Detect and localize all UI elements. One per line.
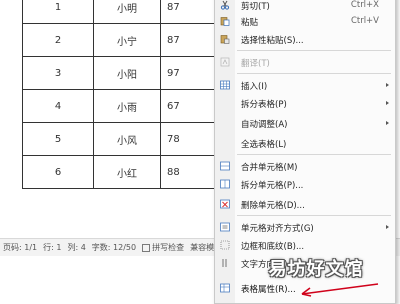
menu-item-label: 拆分表格(P) <box>241 100 287 110</box>
paste-special-icon <box>220 35 230 44</box>
document-table: 1 小明 87 2 小宁 87 3 小阳 97 4 小雨 67 5 小风 78 … <box>22 0 222 189</box>
menu-item-autofit[interactable]: 自动调整(A) <box>215 115 395 131</box>
table-cell-score[interactable]: 87 <box>160 0 222 24</box>
table-row: 5 小风 78 <box>22 122 222 156</box>
table-properties-icon <box>220 283 230 293</box>
table-row: 1 小明 87 <box>22 0 222 24</box>
menu-item-label: 单元格对齐方式(G) <box>241 224 314 234</box>
menu-item-label: 表格属性(R)... <box>241 285 296 295</box>
table-cell-score[interactable]: 78 <box>160 122 222 156</box>
menu-item-label: 边框和底纹(B)... <box>241 242 305 252</box>
spell-check-label: 拼写检查 <box>152 243 185 252</box>
table-cell-name[interactable]: 小阳 <box>93 56 161 90</box>
table-cell-no[interactable]: 5 <box>22 122 94 156</box>
table-cell-no[interactable]: 1 <box>22 0 94 24</box>
table-insert-icon <box>220 80 230 90</box>
menu-item-label: 删除单元格(D)... <box>241 201 305 211</box>
table-row: 4 小雨 67 <box>22 89 222 123</box>
submenu-arrow-icon <box>386 225 389 229</box>
status-words[interactable]: 字数: 12/50 <box>92 242 136 253</box>
watermark-text: 易坊好文馆 <box>268 259 364 280</box>
table-cell-name[interactable]: 小宁 <box>93 23 161 57</box>
table-row: 2 小宁 87 <box>22 23 222 57</box>
table-cell-no[interactable]: 2 <box>22 23 94 57</box>
table-cell-name[interactable]: 小雨 <box>93 89 161 123</box>
menu-item-shortcut: Ctrl+V <box>350 16 379 26</box>
menu-item-split-table[interactable]: 拆分表格(P) <box>215 95 395 111</box>
menu-separator <box>237 215 391 216</box>
table-cell-score[interactable]: 87 <box>160 23 222 57</box>
checkbox-icon <box>142 243 151 252</box>
translate-icon <box>220 57 230 67</box>
menu-item-label: 插入(I) <box>241 82 268 92</box>
split-cells-icon <box>220 179 230 189</box>
table-cell-name[interactable]: 小风 <box>93 122 161 156</box>
menu-item-insert[interactable]: 插入(I) <box>215 77 395 93</box>
menu-separator <box>237 154 391 155</box>
menu-separator <box>237 50 391 51</box>
menu-item-borders-shading[interactable]: 边框和底纹(B)... <box>215 237 395 253</box>
watermark: 易坊好文馆 <box>251 253 381 283</box>
table-row: 6 小红 88 <box>22 155 222 189</box>
menu-item-paste[interactable]: 粘贴 Ctrl+V <box>215 13 395 29</box>
table-row: 3 小阳 97 <box>22 56 222 90</box>
merge-cells-icon <box>220 161 230 171</box>
table-cell-no[interactable]: 6 <box>22 155 94 189</box>
submenu-arrow-icon <box>386 121 389 125</box>
menu-item-delete-cells[interactable]: 删除单元格(D)... <box>215 196 395 212</box>
menu-item-cell-alignment[interactable]: 单元格对齐方式(G) <box>215 219 395 235</box>
menu-item-label: 选择性粘贴(S)... <box>241 36 304 46</box>
menu-item-split-cells[interactable]: 拆分单元格(P)... <box>215 176 395 192</box>
table-cell-score[interactable]: 67 <box>160 89 222 123</box>
menu-item-select-table[interactable]: 全选表格(L) <box>215 135 395 151</box>
menu-item-label: 粘贴 <box>241 18 259 28</box>
table-cell-no[interactable]: 4 <box>22 89 94 123</box>
menu-item-label: 翻译(T) <box>241 59 270 69</box>
menu-item-cut[interactable]: 剪切(T) Ctrl+X <box>215 0 395 13</box>
scissors-icon <box>220 0 230 10</box>
menu-item-label: 拆分单元格(P)... <box>241 181 304 191</box>
table-cell-score[interactable]: 88 <box>160 155 222 189</box>
menu-item-paste-special[interactable]: 选择性粘贴(S)... <box>215 31 395 47</box>
delete-cells-icon <box>220 199 230 209</box>
table-cell-name[interactable]: 小明 <box>93 0 161 24</box>
menu-separator <box>237 73 391 74</box>
menu-item-label: 自动调整(A) <box>241 120 288 130</box>
menu-item-merge-cells[interactable]: 合并单元格(M) <box>215 158 395 174</box>
menu-item-shortcut: Ctrl+X <box>350 0 379 10</box>
submenu-arrow-icon <box>386 83 389 87</box>
menu-item-translate[interactable]: 翻译(T) <box>215 54 395 70</box>
spell-check-toggle[interactable]: 拼写检查 <box>142 242 184 253</box>
table-cell-score[interactable]: 97 <box>160 56 222 90</box>
paste-icon <box>220 17 230 26</box>
submenu-arrow-icon <box>386 101 389 105</box>
annotation-arrow-icon <box>301 283 379 297</box>
menu-item-label: 剪切(T) <box>241 2 270 12</box>
text-direction-icon <box>222 259 227 267</box>
status-col: 列: 4 <box>67 243 86 252</box>
table-cell-no[interactable]: 3 <box>22 56 94 90</box>
status-page: 页码: 1/1 <box>3 243 38 252</box>
menu-item-label: 合并单元格(M) <box>241 163 298 173</box>
borders-icon <box>220 240 230 250</box>
status-line: 行: 1 <box>43 243 62 252</box>
menu-item-label: 全选表格(L) <box>241 140 287 150</box>
cell-align-icon <box>220 222 230 232</box>
table-cell-name[interactable]: 小红 <box>93 155 161 189</box>
